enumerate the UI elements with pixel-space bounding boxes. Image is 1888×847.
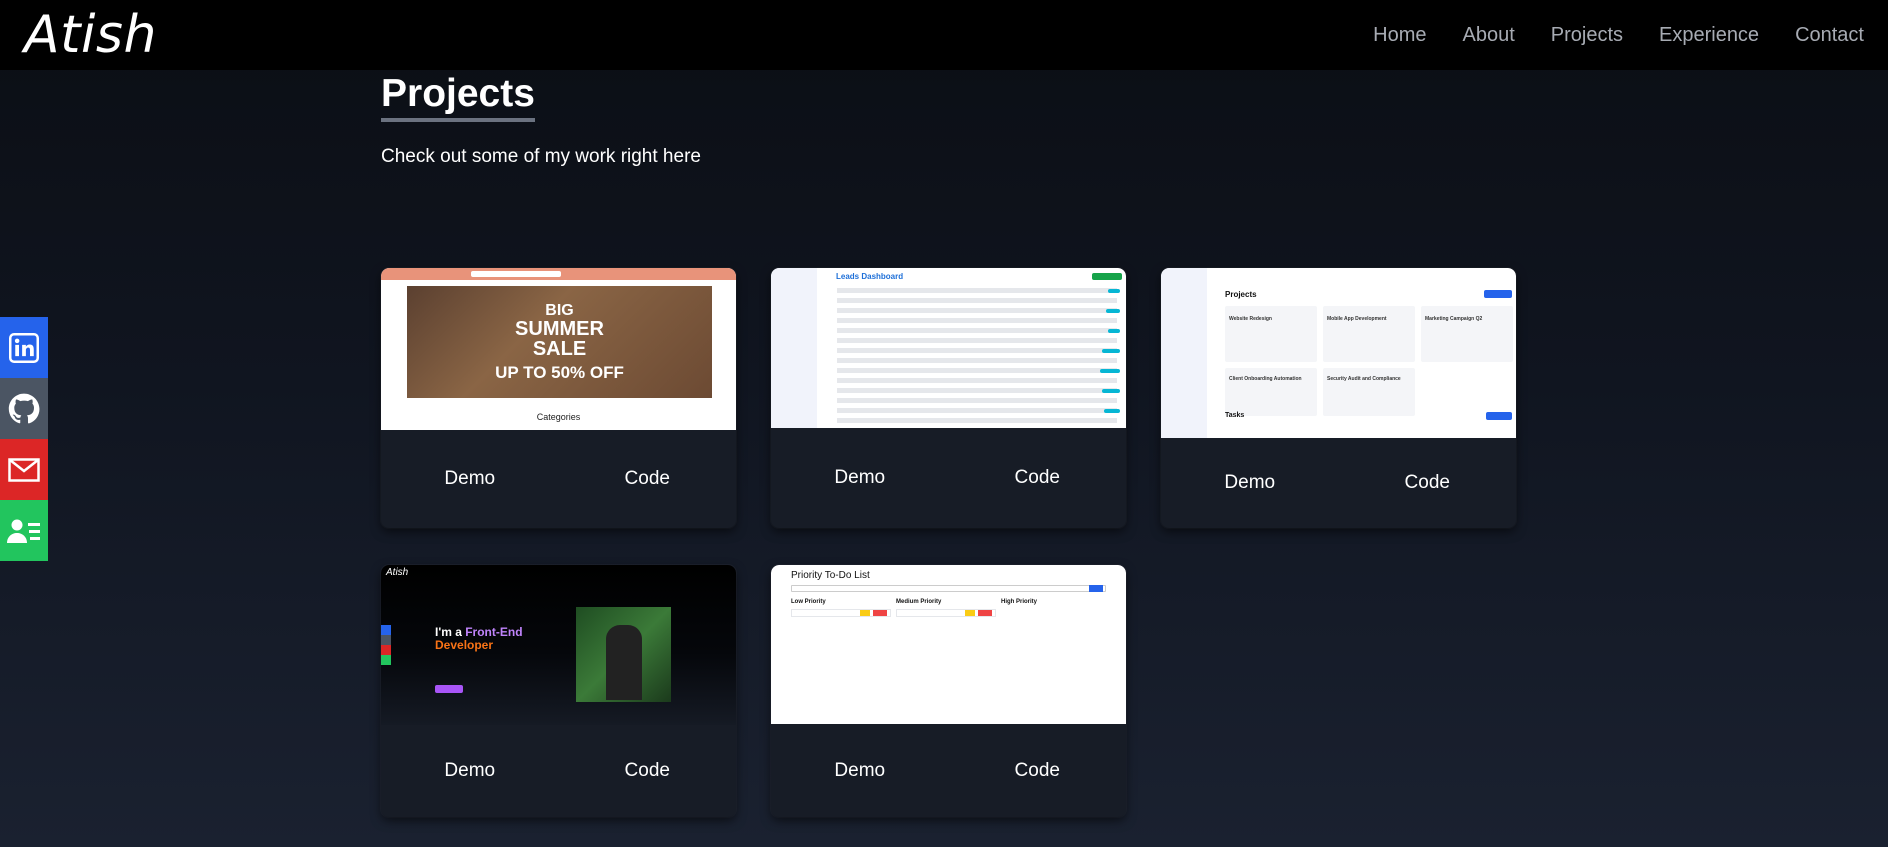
thumb-card-title: Client Onboarding Automation (1229, 376, 1302, 382)
github-button[interactable] (0, 378, 48, 439)
card-actions: Demo Code (381, 725, 736, 817)
code-button[interactable]: Code (587, 760, 707, 782)
thumb-header (381, 268, 736, 280)
thumb-heading: Tasks (1225, 412, 1245, 419)
project-card: BIG SUMMER SALE UP TO 50% OFF Categories… (381, 268, 736, 528)
brand-logo[interactable]: Atish (0, 0, 157, 70)
linkedin-button[interactable] (0, 317, 48, 378)
project-screenshot[interactable]: Projects Website Redesign Mobile App Dev… (1161, 268, 1516, 438)
github-icon (8, 393, 40, 423)
project-screenshot[interactable]: Atish I'm a Front-End Developer (381, 565, 736, 725)
thumb-brand: Atish (386, 567, 409, 578)
code-button[interactable]: Code (977, 467, 1097, 489)
card-actions: Demo Code (381, 430, 736, 528)
navbar: Atish Home About Projects Experience Con… (0, 0, 1888, 70)
project-screenshot[interactable]: BIG SUMMER SALE UP TO 50% OFF Categories (381, 268, 736, 430)
thumb-hero-text: I'm a (435, 625, 462, 639)
thumb-title: Leads Dashboard (836, 272, 904, 281)
thumb-column-label: Low Priority (791, 599, 826, 605)
project-screenshot[interactable]: Priority To-Do List Low Priority Medium … (771, 565, 1126, 724)
code-button[interactable]: Code (977, 760, 1097, 782)
banner-text: SALE (532, 337, 587, 360)
thumb-hero-role: Front-End (465, 625, 523, 639)
thumb-card-title: Website Redesign (1229, 316, 1272, 322)
page-title: Projects (381, 72, 535, 122)
demo-button[interactable]: Demo (410, 468, 530, 490)
demo-button[interactable]: Demo (410, 760, 530, 782)
nav-experience[interactable]: Experience (1659, 24, 1759, 47)
categories-label: Categories (536, 412, 581, 422)
code-button[interactable]: Code (587, 468, 707, 490)
thumb-card-title: Security Audit and Compliance (1327, 376, 1401, 382)
page-subtitle: Check out some of my work right here (381, 146, 701, 167)
contact-card-icon (7, 519, 40, 543)
card-actions: Demo Code (771, 428, 1126, 528)
project-card: Projects Website Redesign Mobile App Dev… (1161, 268, 1516, 528)
mail-button[interactable] (0, 439, 48, 500)
linkedin-icon (9, 332, 39, 363)
nav-home[interactable]: Home (1373, 24, 1426, 47)
thumb-sidebar (771, 268, 817, 428)
nav-contact[interactable]: Contact (1795, 24, 1864, 47)
banner-text: SUMMER (515, 317, 604, 340)
sale-banner: BIG SUMMER SALE UP TO 50% OFF (407, 286, 712, 398)
demo-button[interactable]: Demo (1190, 472, 1310, 494)
project-card: Atish I'm a Front-End Developer Demo Cod… (381, 565, 736, 817)
nav-about[interactable]: About (1462, 24, 1514, 47)
demo-button[interactable]: Demo (800, 760, 920, 782)
thumb-heading: Projects (1225, 290, 1257, 299)
thumb-hero-role: Developer (435, 638, 494, 652)
social-sidebar (0, 317, 48, 561)
card-actions: Demo Code (771, 724, 1126, 817)
banner-text: UP TO 50% OFF (495, 362, 624, 382)
project-card: Leads Dashboard Demo Code (771, 268, 1126, 528)
thumb-sidebar (1161, 268, 1207, 438)
thumb-card-title: Mobile App Development (1327, 316, 1387, 322)
thumb-column-label: High Priority (1001, 599, 1038, 605)
code-button[interactable]: Code (1367, 472, 1487, 494)
nav-links: Home About Projects Experience Contact (1373, 24, 1888, 47)
banner-text: BIG (545, 301, 574, 319)
project-screenshot[interactable]: Leads Dashboard (771, 268, 1126, 428)
thumb-title: Priority To-Do List (791, 570, 870, 581)
thumb-column-label: Medium Priority (896, 599, 942, 605)
thumb-photo (576, 607, 671, 702)
card-actions: Demo Code (1161, 438, 1516, 528)
project-card: Priority To-Do List Low Priority Medium … (771, 565, 1126, 817)
nav-projects[interactable]: Projects (1551, 24, 1623, 47)
contact-card-button[interactable] (0, 500, 48, 561)
mail-icon (8, 457, 40, 482)
thumb-card-title: Marketing Campaign Q2 (1425, 316, 1483, 322)
demo-button[interactable]: Demo (800, 467, 920, 489)
